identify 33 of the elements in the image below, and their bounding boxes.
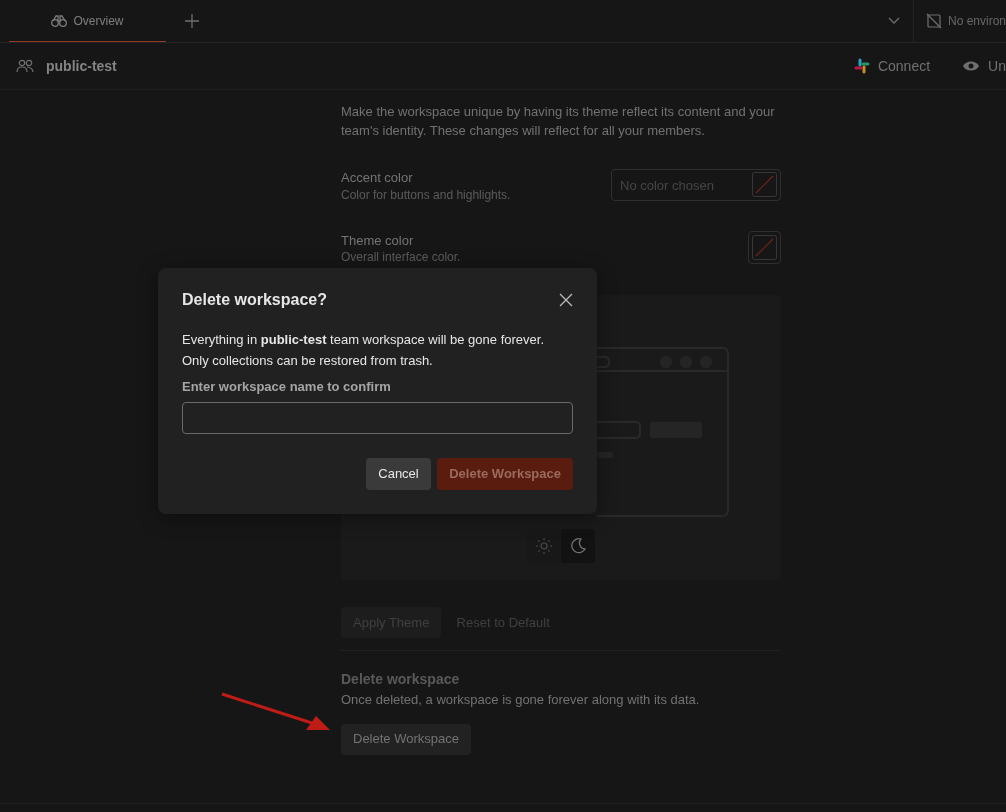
setting-label: Accent color [341, 169, 414, 187]
setting-hint: Overall interface color. [341, 250, 461, 265]
moon-icon [570, 538, 586, 554]
close-icon [559, 292, 573, 307]
workspace-name-field[interactable] [182, 401, 573, 434]
no-color-swatch-icon [752, 172, 777, 198]
field-label: Enter workspace name to confirm [182, 378, 392, 397]
section-text: Once deleted, a workspace is gone forever along with its data. [341, 691, 701, 709]
dialog-message: Everything in public-test team workspace will be gone forever. Only collections can be restored from trash. [182, 331, 545, 371]
close-button[interactable] [559, 292, 573, 307]
environment-selector[interactable]: No environ [912, 0, 1006, 42]
binoculars-icon [51, 13, 68, 28]
tab[interactable]: Overview [9, 0, 166, 42]
watch-button[interactable]: Un [962, 55, 1006, 77]
setting-label: Theme color [341, 231, 415, 250]
cancel-button[interactable]: Cancel [366, 457, 431, 490]
connect-button[interactable]: Connect [853, 55, 931, 77]
team-icon [16, 59, 34, 73]
section-title: Delete workspace [341, 670, 461, 689]
workspace-name: public-test [46, 56, 117, 76]
color-swatch-button[interactable] [748, 231, 781, 265]
eye-icon [962, 60, 981, 72]
slack-icon [853, 58, 870, 74]
no-environment-icon [925, 13, 942, 29]
dialog-title: Delete workspace? [182, 290, 327, 310]
setting-hint: Color for buttons and highlights. [341, 187, 511, 203]
chevron-down-icon [887, 17, 900, 25]
no-color-swatch-icon [752, 235, 777, 261]
dark-mode-button[interactable] [561, 529, 595, 563]
description-text: Make the workspace unique by having its theme reflect its content and your team's identity. These changes will reflect for all your members. [341, 103, 776, 140]
plus-icon [185, 14, 199, 28]
sun-icon [536, 538, 552, 554]
delete-workspace-button[interactable]: Delete Workspace [341, 723, 471, 755]
